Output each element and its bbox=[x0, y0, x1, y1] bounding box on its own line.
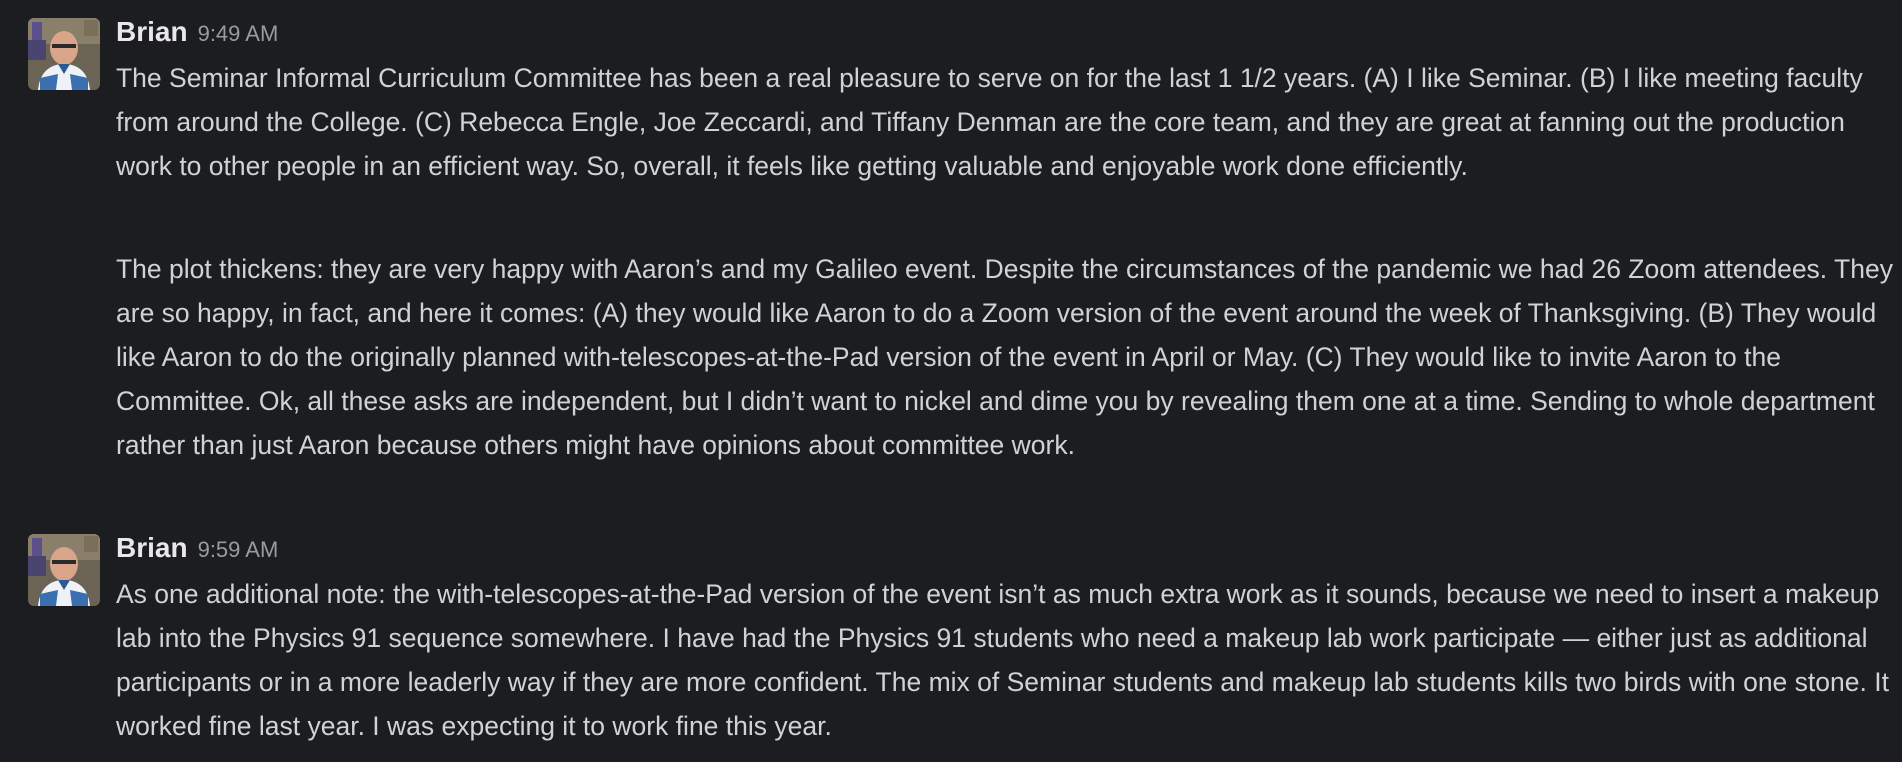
message-header: Brian 9:59 AM bbox=[116, 532, 278, 566]
message-text: As one additional note: the with-telesco… bbox=[116, 579, 1889, 741]
avatar-photo-icon bbox=[28, 18, 100, 90]
user-avatar[interactable] bbox=[28, 534, 100, 606]
message-timestamp[interactable]: 9:59 AM bbox=[198, 537, 279, 562]
message-feed: Brian 9:49 AM The Seminar Informal Curric… bbox=[0, 0, 1902, 762]
avatar-photo-icon bbox=[28, 534, 100, 606]
author-name[interactable]: Brian bbox=[116, 532, 188, 563]
message-timestamp[interactable]: 9:49 AM bbox=[198, 21, 279, 46]
author-name[interactable]: Brian bbox=[116, 16, 188, 47]
message-header: Brian 9:49 AM bbox=[116, 16, 278, 50]
user-avatar[interactable] bbox=[28, 18, 100, 90]
message-text: The Seminar Informal Curriculum Committe… bbox=[116, 63, 1863, 181]
message-text: The plot thickens: they are very happy w… bbox=[116, 254, 1893, 460]
